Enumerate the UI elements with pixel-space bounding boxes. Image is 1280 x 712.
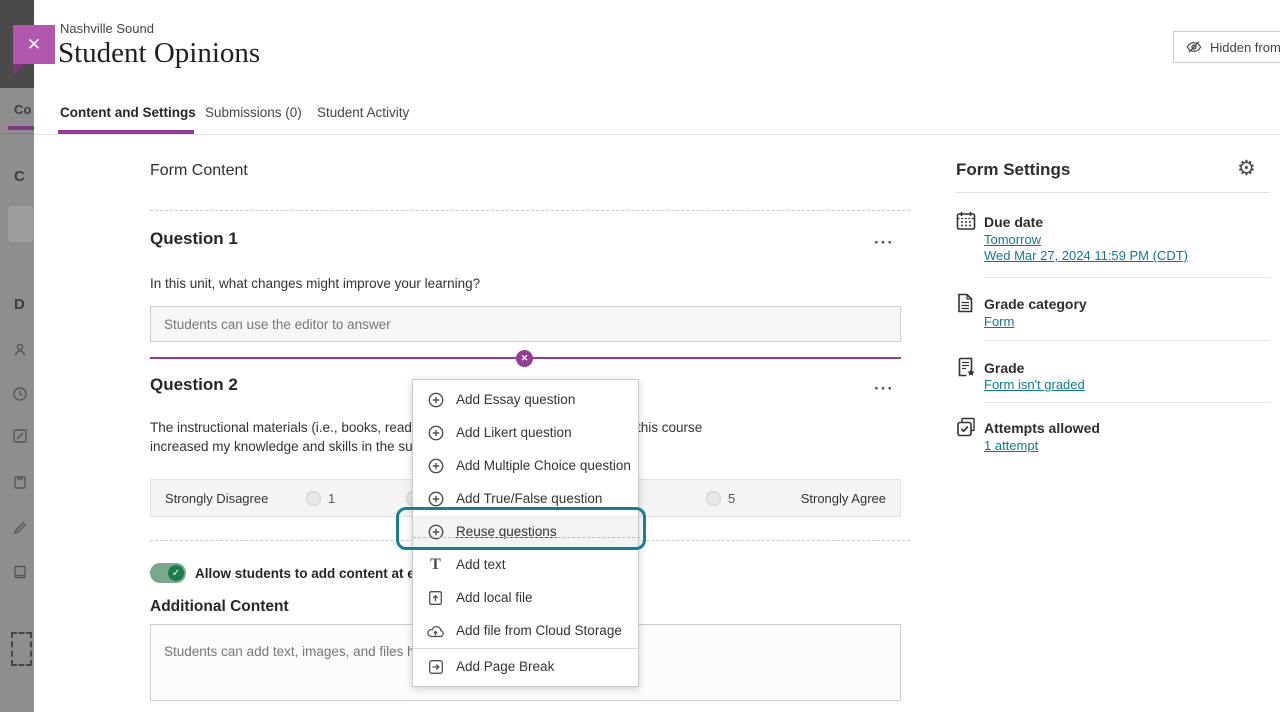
editor-placeholder: Students can use the editor to answer (164, 317, 391, 332)
breadcrumb-course-name: Nashville Sound (60, 21, 154, 36)
active-tab-underline (58, 130, 194, 134)
background-course-page: Co C D (0, 0, 34, 712)
menu-item-add-true-false-question[interactable]: Add True/False question (413, 482, 638, 515)
likert-left-label: Strongly Disagree (165, 491, 268, 506)
question-2-title: Question 2 (150, 375, 238, 395)
menu-item-label: Add local file (456, 590, 533, 605)
menu-divider (413, 648, 638, 649)
question-1-menu-button[interactable]: ··· (874, 238, 894, 248)
menu-item-label: Add file from Cloud Storage (456, 623, 622, 638)
visibility-button[interactable]: Hidden from (1173, 31, 1280, 63)
likert-option-1: 1 (306, 491, 335, 506)
book-icon (12, 564, 28, 580)
menu-item-add-likert-question[interactable]: Add Likert question (413, 416, 638, 449)
tab-bar: Content and Settings Submissions (0) Stu… (34, 97, 1280, 135)
tab-submissions[interactable]: Submissions (0) (205, 105, 302, 120)
question-1-title: Question 1 (150, 229, 238, 249)
progress-clock-icon (12, 386, 28, 402)
question-2-prompt-line2: increased my knowledge and skills in the… (150, 439, 441, 454)
likert-number: 5 (728, 491, 735, 506)
due-date-relative-link[interactable]: Tomorrow (984, 232, 1041, 247)
clipboard-icon (12, 474, 28, 490)
question-1-prompt: In this unit, what changes might improve… (150, 276, 480, 291)
divider (984, 340, 1270, 341)
circle-plus-icon (427, 491, 444, 507)
due-date-datetime-link[interactable]: Wed Mar 27, 2024 11:59 PM (CDT) (984, 248, 1188, 263)
calendar-icon (955, 210, 977, 232)
grade-link[interactable]: Form isn't graded (984, 377, 1085, 392)
circle-plus-icon (427, 425, 444, 441)
attempts-icon (955, 416, 977, 438)
roster-person-icon (12, 342, 28, 358)
form-content-heading: Form Content (150, 162, 248, 180)
likert-option-5: 5 (706, 491, 735, 506)
edit-square-icon (12, 428, 28, 444)
divider (956, 192, 1270, 193)
divider (984, 402, 1270, 403)
menu-item-label: Add Multiple Choice question (456, 458, 631, 473)
dashed-divider (150, 210, 910, 211)
circle-plus-icon (427, 458, 444, 474)
eye-slash-icon (1186, 39, 1202, 55)
menu-item-add-essay-question[interactable]: Add Essay question (413, 383, 638, 416)
background-tab-label: Co (14, 102, 31, 117)
question-2-menu-button[interactable]: ··· (874, 384, 894, 394)
additional-content-heading: Additional Content (150, 598, 289, 616)
background-tab-underline (8, 126, 34, 130)
menu-item-add-page-break[interactable]: Add Page Break (413, 650, 638, 683)
grade-icon (955, 356, 977, 378)
background-dropzone (11, 632, 32, 666)
tab-student-activity[interactable]: Student Activity (317, 105, 409, 120)
toggle-check-icon: ✓ (168, 565, 184, 581)
menu-group-dashed-divider (413, 537, 640, 538)
divider (984, 277, 1270, 278)
close-panel-button[interactable]: ✕ (13, 25, 55, 64)
add-content-menu: Add Essay question Add Likert question A… (412, 379, 639, 687)
menu-item-add-text[interactable]: T Add text (413, 548, 638, 581)
menu-item-reuse-questions[interactable]: Reuse questions (413, 515, 638, 548)
likert-number: 1 (328, 491, 335, 506)
background-button (8, 206, 34, 242)
likert-radio[interactable] (306, 491, 321, 506)
grade-label: Grade (984, 360, 1024, 376)
menu-item-label: Add True/False question (456, 491, 602, 506)
insert-content-close-button[interactable]: ✕ (516, 350, 533, 367)
form-settings-heading: Form Settings (956, 160, 1070, 180)
grade-category-label: Grade category (984, 296, 1087, 312)
background-heading: D (14, 296, 25, 313)
likert-right-label: Strongly Agree (801, 491, 886, 506)
divider (0, 133, 34, 134)
menu-item-label: Add Page Break (456, 659, 554, 674)
visibility-button-label: Hidden from (1210, 40, 1280, 55)
editor-placeholder: Students can add text, images, and files… (164, 644, 434, 659)
menu-item-add-multiple-choice-question[interactable]: Add Multiple Choice question (413, 449, 638, 482)
background-heading: C (14, 168, 25, 185)
menu-item-label: Add Likert question (456, 425, 572, 440)
attempts-allowed-label: Attempts allowed (984, 420, 1100, 436)
pencil-icon (12, 520, 28, 536)
menu-item-label: Add text (456, 557, 506, 572)
menu-item-add-local-file[interactable]: Add local file (413, 581, 638, 614)
file-upload-icon (427, 590, 444, 606)
close-button-fold (13, 64, 25, 76)
menu-item-label: Add Essay question (456, 392, 575, 407)
page-break-icon (427, 659, 444, 675)
tab-content-and-settings[interactable]: Content and Settings (60, 105, 196, 120)
likert-radio[interactable] (706, 491, 721, 506)
gear-icon[interactable]: ⚙ (1237, 156, 1256, 180)
menu-item-add-file-from-cloud-storage[interactable]: Add file from Cloud Storage (413, 614, 638, 647)
cloud-upload-icon (427, 624, 444, 638)
attempts-link[interactable]: 1 attempt (984, 438, 1038, 453)
allow-student-content-toggle[interactable]: ✓ (150, 563, 186, 583)
grade-category-icon (955, 292, 975, 314)
question-1-answer-editor[interactable]: Students can use the editor to answer (150, 306, 901, 342)
text-icon: T (427, 558, 444, 572)
due-date-label: Due date (984, 214, 1043, 230)
circle-plus-icon (427, 392, 444, 408)
grade-category-link[interactable]: Form (984, 314, 1014, 329)
page-title: Student Opinions (58, 37, 260, 70)
